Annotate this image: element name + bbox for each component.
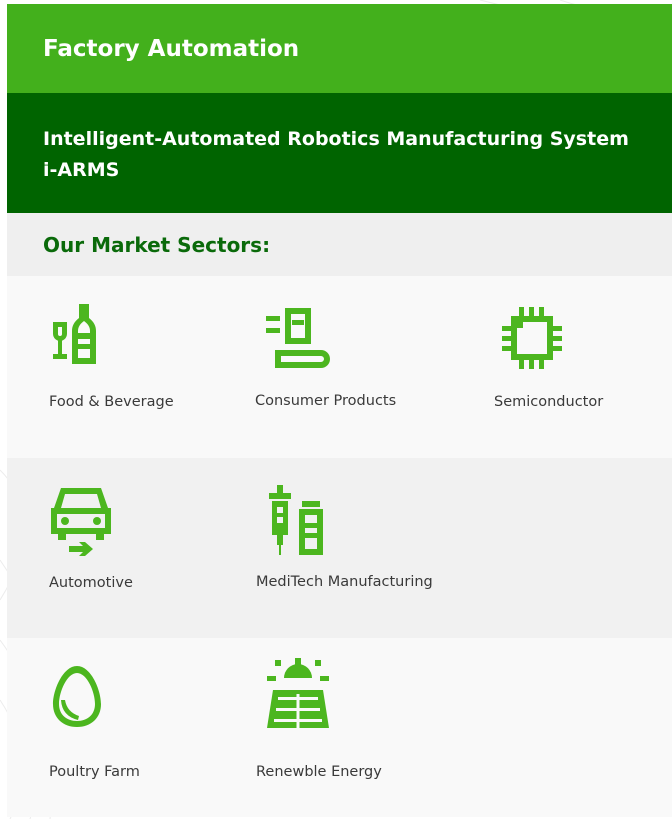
sector-label: Renewble Energy xyxy=(256,764,382,780)
egg-icon xyxy=(53,666,101,727)
wine-bottle-glass-icon xyxy=(53,304,96,364)
conveyor-product-icon xyxy=(266,308,330,368)
subheader-bar: Intelligent-Automated Robotics Manufactu… xyxy=(7,93,672,213)
sector-item-consumer-products[interactable]: Consumer Products xyxy=(217,276,427,456)
sector-item-meditech[interactable]: MediTech Manufacturing xyxy=(217,458,433,638)
factory-automation-panel: Factory Automation Intelligent-Automated… xyxy=(7,4,672,819)
sector-item-food-beverage[interactable]: Food & Beverage xyxy=(7,276,217,456)
sector-label: Automotive xyxy=(49,575,133,591)
sector-label: Poultry Farm xyxy=(49,764,140,780)
sector-label: Semiconductor xyxy=(494,394,604,410)
sectors-title: Our Market Sectors: xyxy=(43,233,271,257)
syringe-vial-icon xyxy=(269,485,323,555)
sector-row: Automotive MediTech Manufacturing xyxy=(7,458,672,638)
sector-item-semiconductor[interactable]: Semiconductor xyxy=(457,276,667,456)
sectors-title-bar: Our Market Sectors: xyxy=(7,213,672,276)
sector-label: MediTech Manufacturing xyxy=(256,574,433,590)
solar-panel-icon xyxy=(267,658,329,728)
sector-item-renewable-energy[interactable]: Renewble Energy xyxy=(217,638,427,818)
header-bar: Factory Automation xyxy=(7,4,672,93)
sector-label: Consumer Products xyxy=(255,393,397,409)
header-title: Factory Automation xyxy=(43,36,300,62)
sector-item-poultry-farm[interactable]: Poultry Farm xyxy=(7,638,217,818)
sector-label: Food & Beverage xyxy=(49,394,174,410)
sector-item-automotive[interactable]: Automotive xyxy=(7,458,217,638)
subheader-title: Intelligent-Automated Robotics Manufactu… xyxy=(43,128,629,181)
chip-icon xyxy=(502,307,562,369)
sector-row: Food & Beverage Consumer Products Semico… xyxy=(7,276,672,458)
car-charging-icon xyxy=(51,488,111,556)
sector-row: Poultry Farm Renewble Energy xyxy=(7,638,672,817)
